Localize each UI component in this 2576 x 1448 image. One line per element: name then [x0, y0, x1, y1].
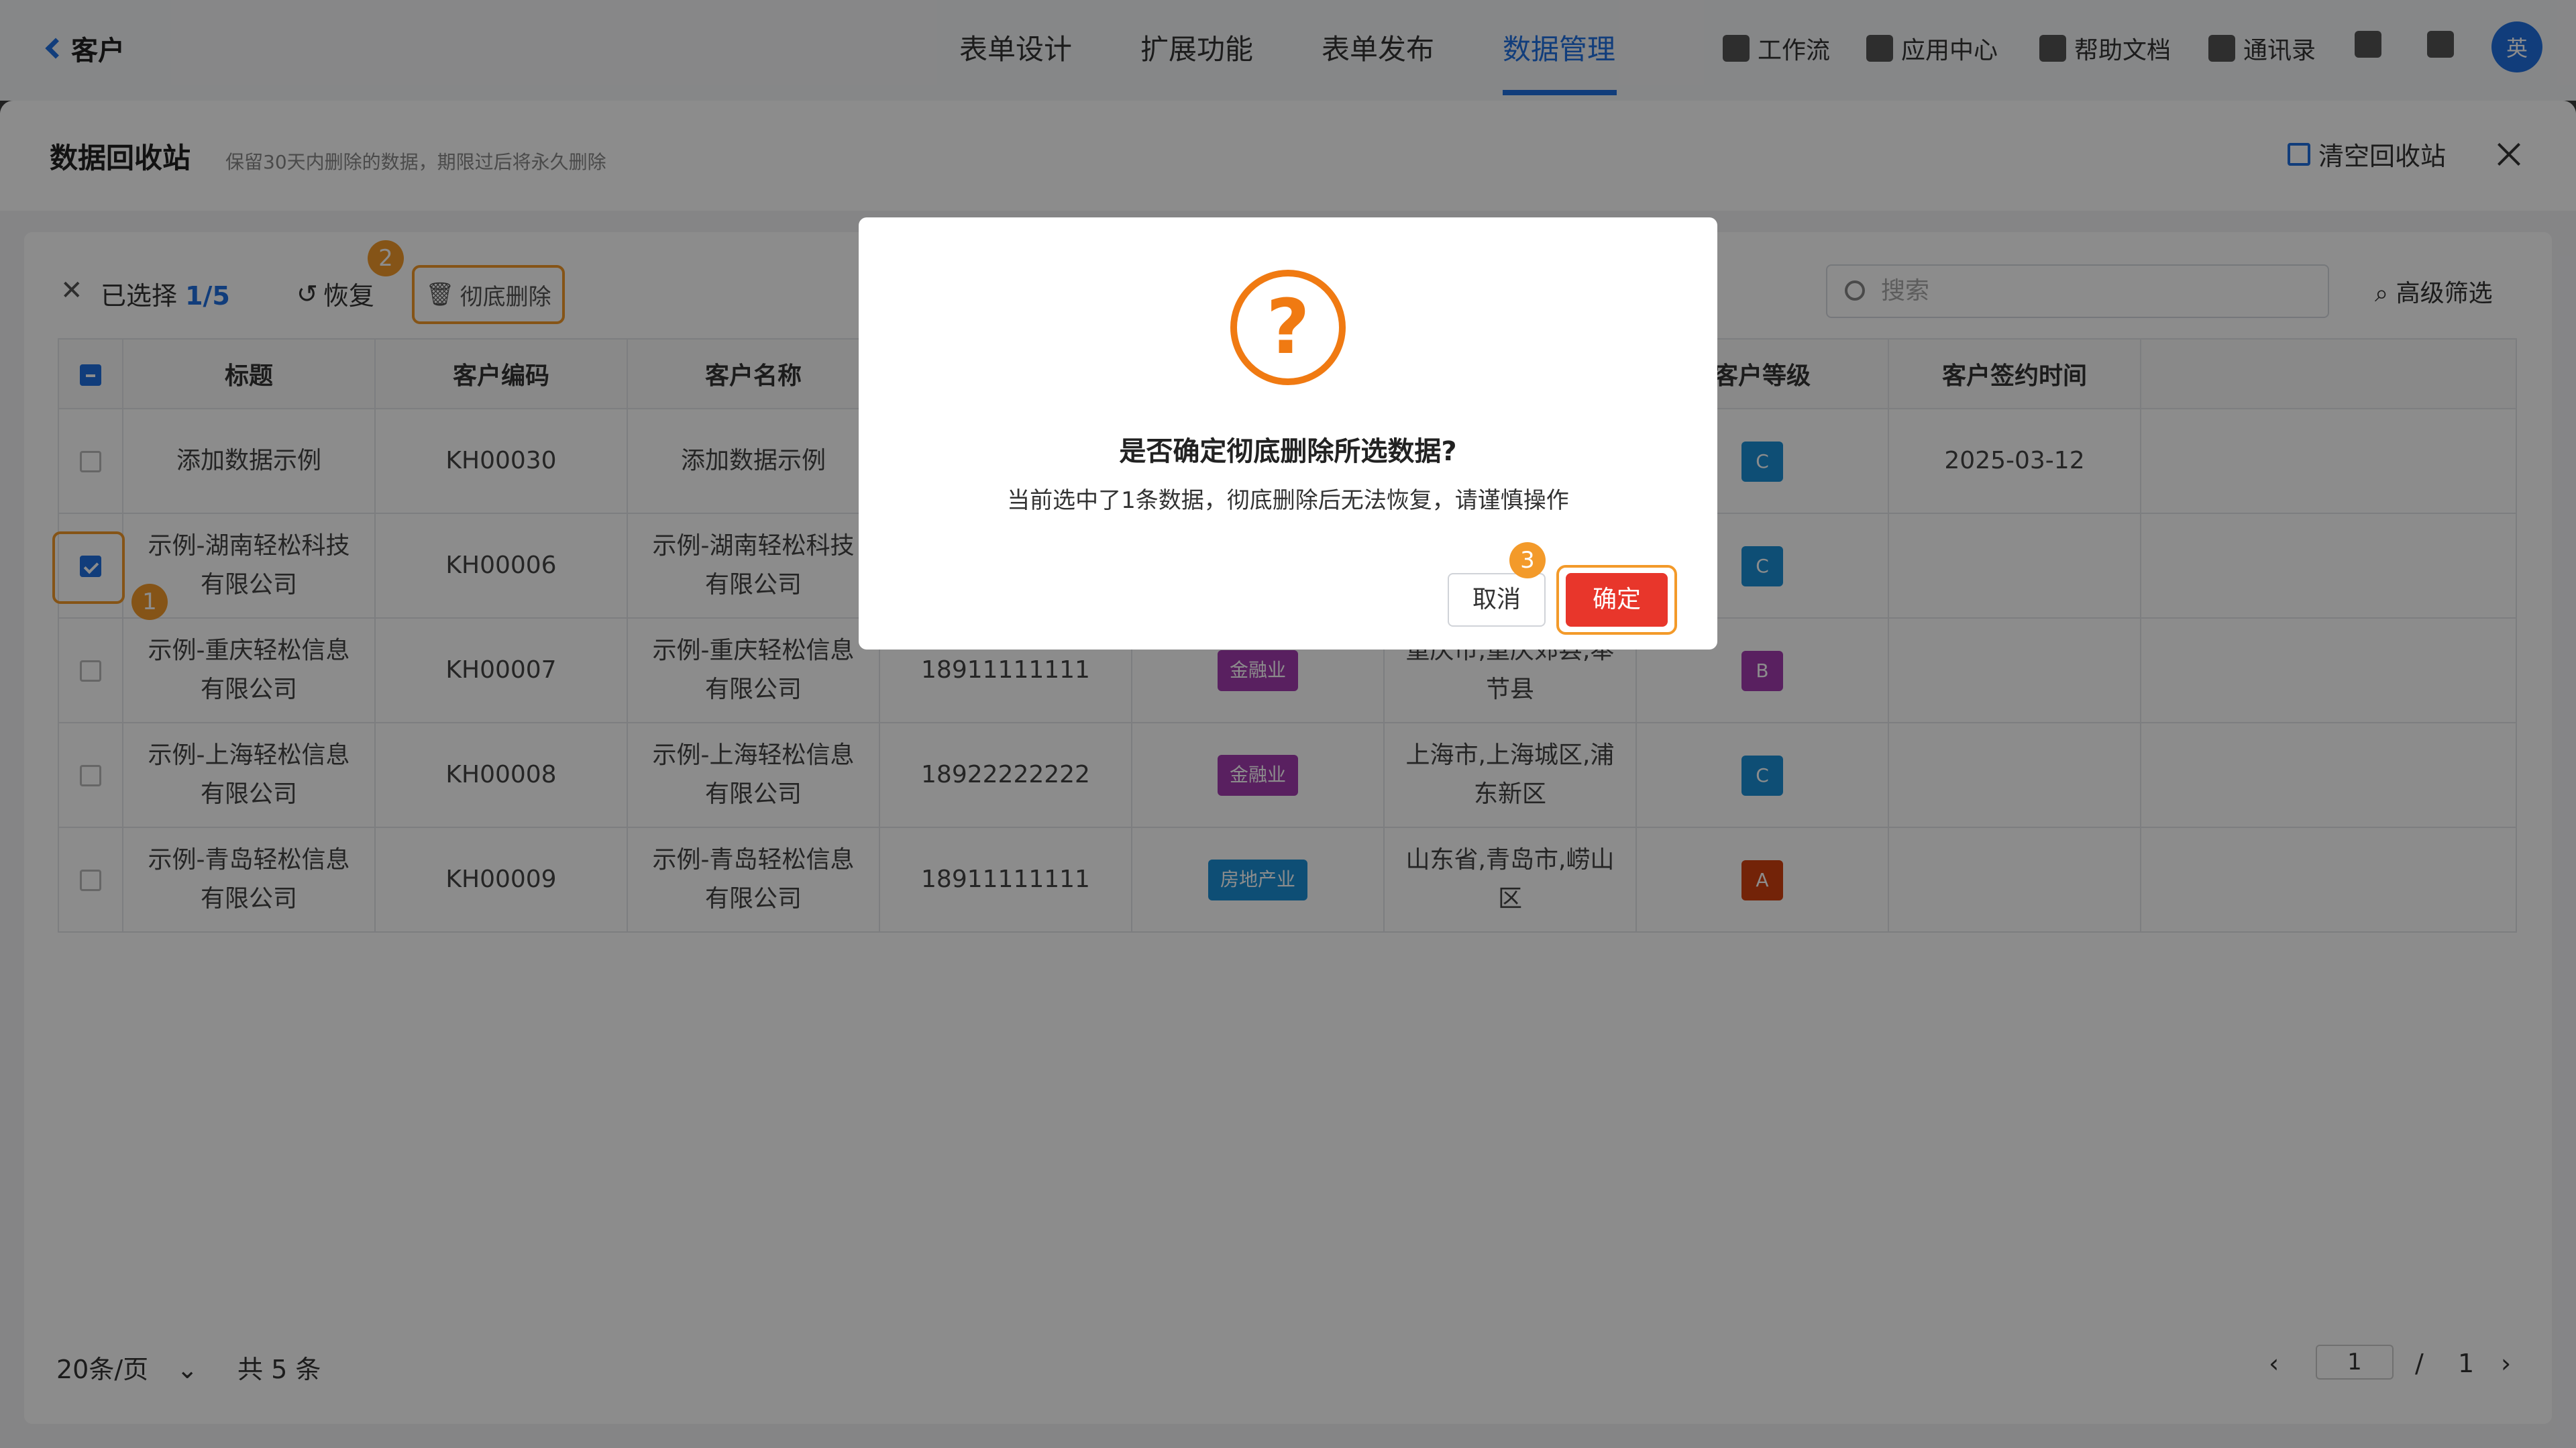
- confirm-dialog: ? 是否确定彻底删除所选数据? 当前选中了1条数据，彻底删除后无法恢复，请谨慎操…: [859, 217, 1717, 650]
- dialog-title: 是否确定彻底删除所选数据?: [1119, 436, 1457, 467]
- confirm-button[interactable]: 确定: [1566, 573, 1668, 627]
- question-icon: ?: [1230, 270, 1346, 385]
- cancel-button[interactable]: 取消: [1448, 573, 1546, 627]
- dialog-message: 当前选中了1条数据，彻底删除后无法恢复，请谨慎操作: [1007, 487, 1569, 514]
- step-badge-3: 3: [1509, 542, 1546, 578]
